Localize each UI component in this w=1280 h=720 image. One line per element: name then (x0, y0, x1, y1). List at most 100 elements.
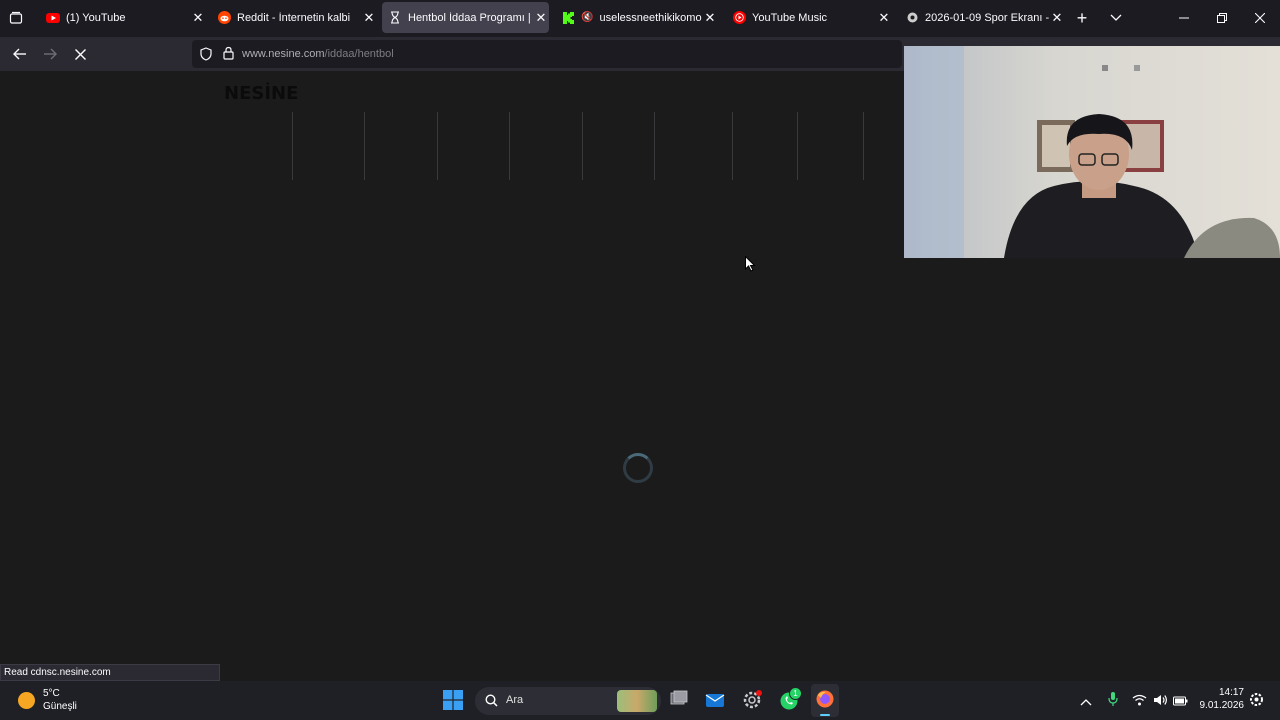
weather-desc: Güneşli (43, 701, 77, 712)
forward-button[interactable] (38, 43, 62, 65)
restore-button[interactable] (1210, 7, 1234, 29)
youtube-music-icon (732, 11, 746, 25)
volume-button[interactable] (1153, 693, 1169, 707)
url-path: /iddaa/hentbol (324, 48, 394, 60)
url-host: www.nesine.com (242, 48, 325, 60)
new-tab-button[interactable]: + (1070, 7, 1094, 29)
notifications-button[interactable] (1250, 693, 1264, 707)
search-placeholder: Ara (506, 694, 524, 706)
weather-temp: 5°C (43, 688, 60, 699)
outlook-app-button[interactable] (705, 690, 725, 710)
tab-overflow-button[interactable] (1104, 7, 1128, 29)
minimize-button[interactable] (1172, 7, 1196, 29)
speaker-icon (1154, 695, 1167, 705)
tab-reddit[interactable]: Reddit - İnternetin kalbi ✕ (211, 2, 377, 33)
battery-icon (1173, 696, 1188, 706)
windows-logo-icon (443, 690, 463, 710)
kick-icon (561, 11, 575, 25)
windows-taskbar: 5°C Güneşli Ara 1 14:17 9.01.2026 (0, 681, 1280, 720)
notification-badge: 1 (789, 687, 802, 700)
tab-kick[interactable]: 🔇 uselessneethikikomori S ✕ (555, 2, 718, 33)
weather-widget[interactable]: 5°C Güneşli (14, 686, 104, 716)
tracking-protection-icon[interactable] (200, 47, 212, 66)
menu-divider (292, 112, 293, 180)
tab-title: 2026-01-09 Spor Ekranı - TV (925, 11, 1049, 24)
tab-close-button[interactable]: ✕ (702, 10, 718, 26)
settings-app-button[interactable] (742, 690, 762, 710)
taskbar-search[interactable]: Ara (475, 687, 661, 715)
menu-divider (437, 112, 438, 180)
clock[interactable]: 14:17 9.01.2026 (1196, 687, 1245, 715)
menu-divider (797, 112, 798, 180)
gear-icon (743, 690, 762, 709)
search-highlight-image (617, 690, 657, 712)
microphone-icon (1108, 692, 1118, 706)
menu-divider (582, 112, 583, 180)
tab-hentbol[interactable]: Hentbol İddaa Programı | İd ✕ (382, 2, 549, 33)
tab-title: Reddit - İnternetin kalbi (237, 11, 351, 24)
back-button[interactable] (8, 43, 32, 65)
wifi-icon (1132, 694, 1147, 706)
task-view-icon (670, 690, 688, 705)
loading-spinner (623, 453, 653, 483)
list-all-tabs-button[interactable] (4, 7, 28, 29)
close-window-button[interactable] (1248, 7, 1272, 29)
restore-icon (1217, 13, 1227, 23)
chevron-down-icon (1110, 14, 1122, 21)
speaker-muted-icon[interactable]: 🔇 (581, 12, 593, 23)
clock-time: 14:17 (1218, 687, 1244, 698)
tab-spor-ekrani[interactable]: 2026-01-09 Spor Ekranı - TV ✕ (899, 2, 1065, 33)
menu-divider (509, 112, 510, 180)
tab-title: Hentbol İddaa Programı | İd (408, 11, 533, 24)
mouse-cursor-icon (745, 255, 756, 277)
reddit-icon (217, 11, 231, 25)
webcam-person-image (904, 46, 1280, 258)
stop-icon (74, 48, 86, 60)
menu-divider (863, 112, 864, 180)
tab-close-button[interactable]: ✕ (1049, 10, 1065, 26)
close-icon (1255, 13, 1265, 23)
tab-youtube[interactable]: (1) YouTube ✕ (40, 2, 206, 33)
copilot-icon (1250, 693, 1263, 706)
chevron-up-icon (1080, 699, 1092, 706)
minimize-icon (1179, 17, 1189, 19)
tab-title: (1) YouTube (66, 11, 126, 24)
site-logo[interactable]: NESİNE (224, 83, 298, 104)
tab-close-button[interactable]: ✕ (876, 10, 892, 26)
hourglass-icon (388, 11, 402, 25)
active-app-indicator (820, 714, 830, 716)
tab-title: YouTube Music (752, 11, 828, 24)
tab-close-button[interactable]: ✕ (361, 10, 377, 26)
menu-divider (654, 112, 655, 180)
menu-divider (364, 112, 365, 180)
firefox-app-button[interactable] (811, 684, 839, 717)
tab-list-icon (9, 11, 23, 24)
clock-date: 9.01.2026 (1199, 700, 1245, 711)
youtube-icon (46, 11, 60, 25)
search-icon (485, 694, 498, 707)
firefox-icon (816, 690, 834, 708)
lock-icon[interactable] (223, 46, 234, 65)
show-hidden-icons-button[interactable] (1080, 693, 1094, 707)
tab-close-button[interactable]: ✕ (533, 10, 549, 26)
battery-button[interactable] (1173, 693, 1189, 707)
menu-divider (732, 112, 733, 180)
tv-icon (905, 11, 919, 25)
address-bar[interactable]: www.nesine.com/iddaa/hentbol (192, 40, 902, 68)
tab-bar: (1) YouTube ✕ Reddit - İnternetin kalbi … (0, 0, 1280, 37)
arrow-left-icon (13, 48, 26, 60)
status-panel: Read cdnsc.nesine.com (0, 664, 220, 681)
stop-loading-button[interactable] (68, 43, 92, 65)
tab-youtube-music[interactable]: YouTube Music ✕ (726, 2, 892, 33)
sun-icon (18, 692, 35, 709)
whatsapp-app-button[interactable]: 1 (779, 687, 802, 711)
tab-close-button[interactable]: ✕ (190, 10, 206, 26)
network-button[interactable] (1132, 693, 1148, 707)
microphone-status-button[interactable] (1108, 691, 1120, 709)
task-view-button[interactable] (670, 690, 690, 710)
start-button[interactable] (443, 690, 465, 712)
url-text: www.nesine.com/iddaa/hentbol (242, 48, 394, 60)
arrow-right-icon (44, 48, 57, 60)
tab-title: uselessneethikikomori S (599, 11, 702, 24)
mail-icon (705, 694, 725, 707)
